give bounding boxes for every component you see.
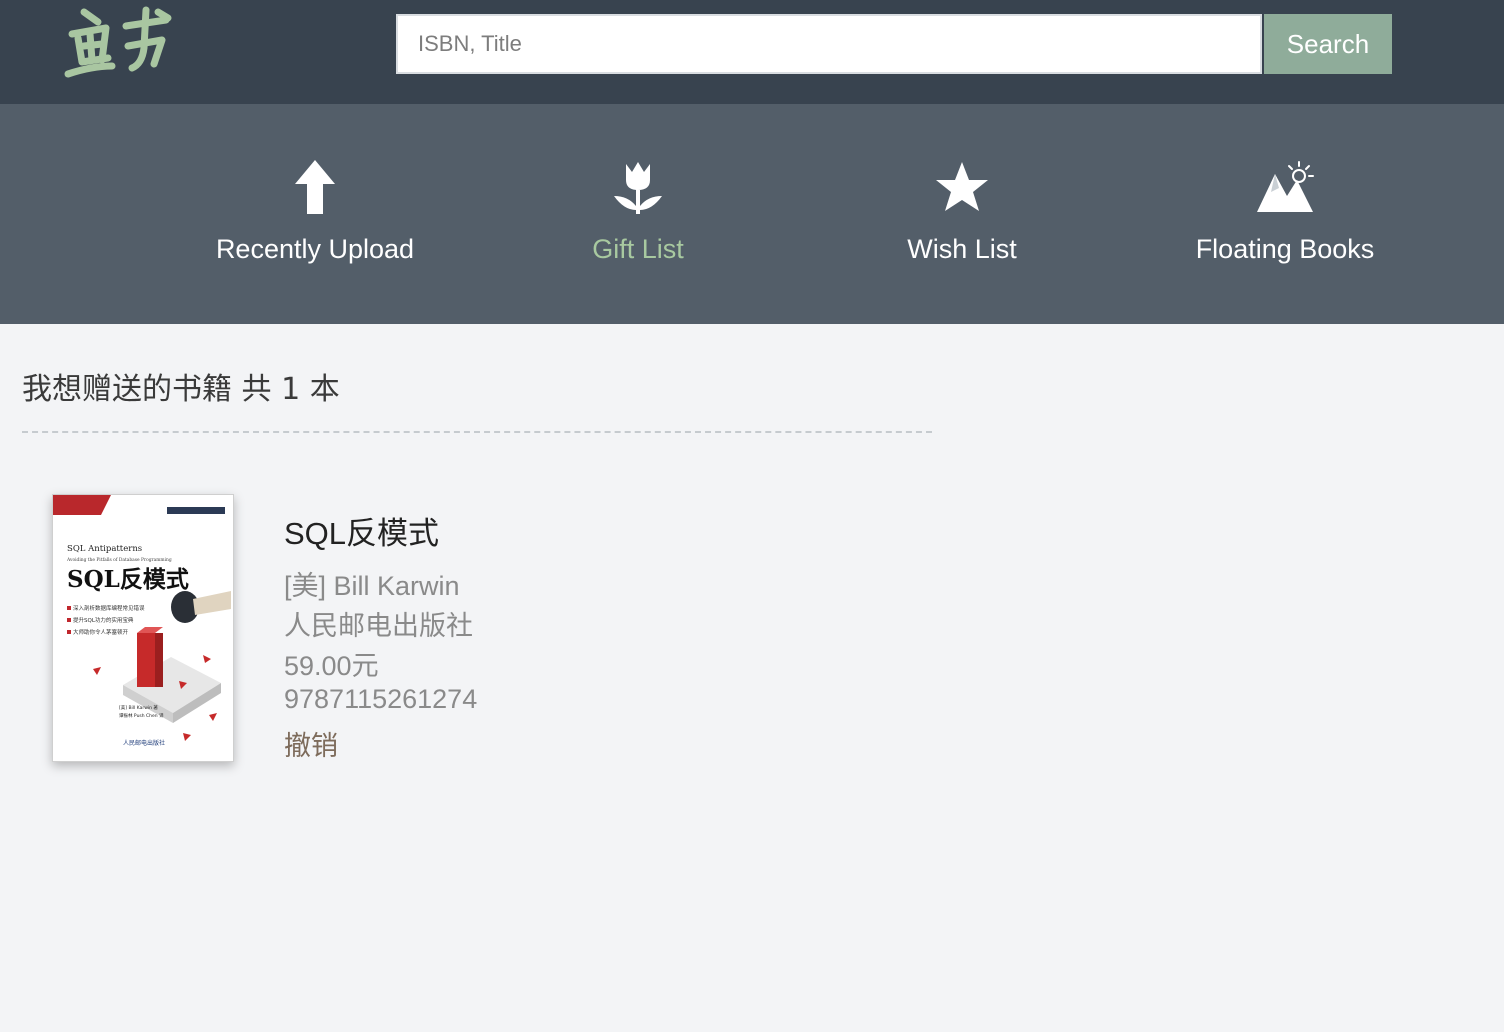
book-title[interactable]: SQL反模式: [284, 508, 439, 553]
header-bar: Search: [0, 0, 1504, 104]
cover-en-title: SQL Antipatterns: [67, 544, 142, 554]
revoke-link[interactable]: 撤销: [284, 724, 338, 763]
book-isbn: 9787115261274: [284, 684, 478, 714]
book-cover[interactable]: SQL Antipatterns Avoiding the Pitfalls o…: [52, 494, 234, 762]
nav-label-floating-books: Floating Books: [1195, 234, 1375, 264]
logo[interactable]: [62, 4, 174, 84]
cover-en-subtitle: Avoiding the Pitfalls of Database Progra…: [66, 558, 172, 563]
cover-author: [美] Bill Karwin 著: [119, 704, 158, 711]
star-icon: [936, 162, 988, 211]
cover-publisher: 人民邮电出版社: [123, 739, 165, 747]
book-author: [美] Bill Karwin: [284, 571, 460, 601]
nav-label-recently-upload: Recently Upload: [215, 234, 415, 264]
nav-item-wish-list[interactable]: Wish List: [802, 104, 1122, 324]
cover-bullet: 大师助你令人茅塞顿开: [73, 628, 129, 636]
search-input[interactable]: [396, 14, 1262, 74]
nav-item-floating-books[interactable]: Floating Books: [1125, 104, 1445, 324]
nav-label-wish-list: Wish List: [907, 234, 1017, 264]
search-button[interactable]: Search: [1264, 14, 1392, 74]
cover-translator: 谭振林 Push Chen 译: [119, 712, 164, 719]
book-cover-image: SQL Antipatterns Avoiding the Pitfalls o…: [53, 495, 233, 761]
nav-label-gift-list: Gift List: [592, 234, 684, 264]
dashed-divider: [22, 431, 932, 433]
arrow-up-icon: [295, 160, 335, 214]
page-title: 我想赠送的书籍 共 1 本: [22, 372, 340, 407]
tulip-icon: [614, 162, 662, 214]
book-price: 59.00元: [284, 651, 379, 681]
nav-bar: Recently Upload Gift List Wish List Floa…: [0, 104, 1504, 324]
mountain-icon: [1257, 161, 1314, 212]
cover-bullet: 提升SQL功力的实用宝典: [73, 616, 134, 624]
cover-bullet: 深入剖析数据库编程常见错误: [73, 604, 145, 612]
cover-cn-title: SQL反模式: [67, 566, 189, 593]
nav-item-recently-upload[interactable]: Recently Upload: [155, 104, 475, 324]
book-publisher: 人民邮电出版社: [284, 611, 473, 641]
nav-item-gift-list[interactable]: Gift List: [478, 104, 798, 324]
